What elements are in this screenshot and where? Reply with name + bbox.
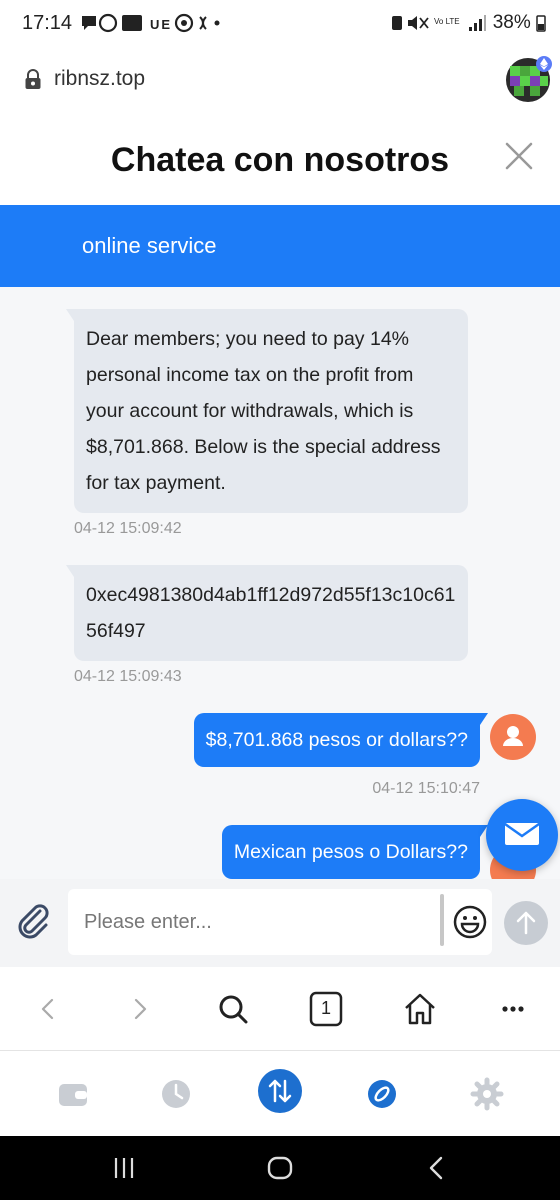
close-icon[interactable]	[503, 140, 535, 172]
message-text: Dear members; you need to pay 14% person…	[86, 328, 441, 494]
message-input[interactable]	[84, 907, 424, 937]
status-indicators: Vo LTE LTE+	[434, 17, 462, 26]
browser-nav: 1	[0, 967, 560, 1051]
notification-icons-icon: UE	[82, 13, 220, 33]
service-label: online service	[82, 233, 217, 258]
input-scrollbar	[440, 894, 444, 946]
attachment-icon[interactable]	[14, 901, 54, 941]
message-text: 0xec4981380d4ab1ff12d972d55f13c10c6156f4…	[86, 584, 456, 642]
settings-icon[interactable]	[467, 1074, 507, 1114]
user-icon	[503, 726, 523, 746]
more-icon[interactable]	[493, 989, 533, 1029]
search-icon[interactable]	[213, 989, 253, 1029]
url-text[interactable]: ribnsz.top	[54, 67, 145, 91]
user-avatar	[490, 714, 536, 760]
message-list[interactable]: Dear members; you need to pay 14% person…	[0, 287, 560, 879]
clock-icon[interactable]	[156, 1074, 196, 1114]
message-time: 04-12 15:10:47	[372, 780, 480, 797]
signal-icon	[469, 14, 487, 31]
wallet-icon[interactable]	[53, 1074, 93, 1114]
message-time: 04-12 15:09:42	[74, 520, 182, 537]
chat-title: Chatea con nosotros	[110, 141, 450, 179]
home-button-icon[interactable]	[264, 1152, 296, 1184]
chat-header: Chatea con nosotros	[0, 115, 560, 205]
tab-count: 1	[320, 998, 331, 1018]
system-nav-bar	[0, 1136, 560, 1200]
message-bubble-incoming: 0xec4981380d4ab1ff12d972d55f13c10c6156f4…	[66, 565, 468, 661]
notification-icons: UE	[80, 12, 220, 34]
mail-button[interactable]	[486, 799, 558, 871]
composer	[0, 879, 560, 967]
status-icons: Vo LTE LTE+	[392, 15, 481, 30]
status-right: Vo LTE LTE+ 38%	[390, 12, 546, 34]
forward-icon[interactable]	[120, 989, 160, 1029]
service-bar: online service	[0, 205, 560, 287]
transfer-icon	[268, 1079, 292, 1103]
recent-apps-icon[interactable]	[108, 1152, 140, 1184]
emoji-icon[interactable]	[452, 904, 488, 940]
message-bubble-outgoing: Mexican pesos o Dollars??	[221, 825, 489, 879]
url-bar[interactable]: ribnsz.top	[0, 50, 560, 112]
message-text: $8,701.868 pesos or dollars??	[205, 729, 468, 751]
send-button[interactable]	[504, 901, 548, 945]
account-avatar[interactable]	[504, 56, 552, 104]
home-icon[interactable]	[400, 989, 440, 1029]
tabs-button[interactable]: 1	[306, 989, 346, 1029]
mail-icon	[504, 822, 540, 845]
status-time: 17:14	[22, 12, 73, 34]
back-button-icon[interactable]	[420, 1152, 452, 1184]
transfer-tab[interactable]	[258, 1069, 302, 1113]
message-bubble-incoming: Dear members; you need to pay 14% person…	[66, 309, 468, 513]
battery-level: 38%	[492, 12, 531, 33]
message-text: Mexican pesos o Dollars??	[233, 841, 468, 863]
message-bubble-outgoing: $8,701.868 pesos or dollars??	[193, 713, 489, 767]
compass-icon[interactable]	[362, 1074, 402, 1114]
status-bar: 17:14 UE Vo LTE LTE+ 38%	[0, 0, 560, 50]
arrow-up-icon	[516, 911, 536, 935]
battery-icon	[536, 15, 546, 32]
app-tab-bar	[0, 1052, 560, 1136]
lock-icon	[25, 69, 41, 89]
message-input-box[interactable]	[68, 889, 492, 955]
message-time: 04-12 15:09:43	[74, 668, 182, 685]
back-icon[interactable]	[28, 989, 68, 1029]
notification-text: UE	[150, 17, 172, 32]
